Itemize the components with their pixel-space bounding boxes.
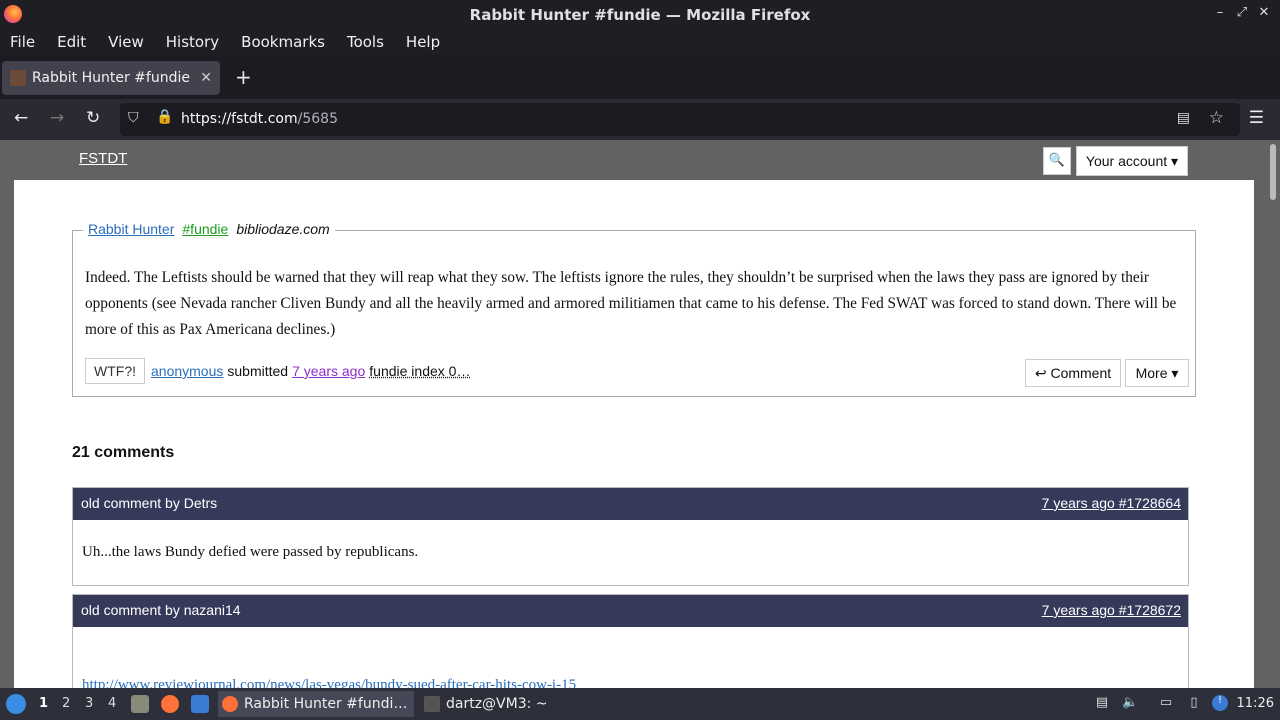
update-notification-icon[interactable]: ! <box>1212 695 1228 711</box>
comment-header: old comment by nazani14 7 years ago #172… <box>73 595 1188 627</box>
window-title: Rabbit Hunter #fundie — Mozilla Firefox <box>469 6 811 24</box>
page-panel: Rabbit Hunter #fundie bibliodaze.com Ind… <box>14 180 1254 688</box>
start-menu-icon[interactable] <box>6 694 26 714</box>
menu-file[interactable]: File <box>10 33 35 51</box>
web-content: FSTDT 🔍 Your account ▾ Rabbit Hunter #fu… <box>0 140 1280 688</box>
window-titlebar: Rabbit Hunter #fundie — Mozilla Firefox … <box>0 0 1280 29</box>
comment-card: old comment by nazani14 7 years ago #172… <box>72 594 1189 688</box>
more-dropdown-button[interactable]: More ▾ <box>1125 359 1189 387</box>
menu-history[interactable]: History <box>166 33 219 51</box>
comment-permalink[interactable]: 7 years ago #1728672 <box>1042 602 1181 618</box>
desktop-taskbar: 1 2 3 4 Rabbit Hunter #fundi… dartz@VM3:… <box>0 688 1280 720</box>
maximize-button[interactable]: ⤢ <box>1236 5 1248 20</box>
task-firefox[interactable]: Rabbit Hunter #fundi… <box>218 691 414 717</box>
reload-icon[interactable]: ↻ <box>86 108 100 128</box>
submitted-age-link[interactable]: 7 years ago <box>292 363 365 379</box>
quote-text: Indeed. The Leftists should be warned th… <box>85 269 1177 338</box>
tab-bar: Rabbit Hunter #fundie ✕ + <box>0 57 1280 99</box>
firefox-task-icon <box>222 696 238 712</box>
workspace-4[interactable]: 4 <box>108 696 116 711</box>
url-bar[interactable]: ⛉ 🔒 https://fstdt.com/5685 ▤ ☆ <box>120 103 1240 136</box>
submitter-link[interactable]: anonymous <box>151 363 223 379</box>
comment-url-link[interactable]: http://www.reviewjournal.com/news/las-ve… <box>82 677 576 688</box>
task-terminal[interactable]: dartz@VM3: ~ <box>420 691 550 717</box>
comment-body: http://www.reviewjournal.com/news/las-ve… <box>73 627 1188 688</box>
clipboard-tray-icon[interactable]: ▤ <box>1094 695 1110 711</box>
site-favicon-icon <box>10 70 26 86</box>
url-text[interactable]: https://fstdt.com/5685 <box>181 111 338 127</box>
menu-bookmarks[interactable]: Bookmarks <box>241 33 325 51</box>
comment-author: old comment by nazani14 <box>81 602 241 618</box>
app-menu-icon[interactable]: ☰ <box>1249 108 1264 128</box>
volume-icon[interactable]: 🔈 <box>1122 695 1138 711</box>
quote-source: bibliodaze.com <box>236 221 330 237</box>
navigation-bar: ← → ↻ ⛉ 🔒 https://fstdt.com/5685 ▤ ☆ ☰ <box>0 99 1280 140</box>
submitted-label: submitted <box>227 363 289 379</box>
wtf-vote-button[interactable]: WTF?! <box>85 358 145 384</box>
comment-card: old comment by Detrs 7 years ago #172866… <box>72 487 1189 586</box>
task-label: dartz@VM3: ~ <box>446 696 548 712</box>
comment-permalink[interactable]: 7 years ago #1728664 <box>1042 495 1181 511</box>
quote-legend: Rabbit Hunter #fundie bibliodaze.com <box>83 221 335 237</box>
quote-author-link[interactable]: Rabbit Hunter <box>88 221 174 237</box>
firefox-launcher-icon[interactable] <box>161 695 179 713</box>
site-logo-link[interactable]: FSTDT <box>79 150 127 167</box>
workspace-3[interactable]: 3 <box>85 696 93 711</box>
comment-header: old comment by Detrs 7 years ago #172866… <box>73 488 1188 520</box>
menu-bar: File Edit View History Bookmarks Tools H… <box>0 29 1280 55</box>
notes-tray-icon[interactable]: ▯ <box>1186 695 1202 711</box>
menu-help[interactable]: Help <box>406 33 440 51</box>
quote-meta: WTF?! anonymous submitted 7 years ago fu… <box>85 358 470 384</box>
quote-box: Rabbit Hunter #fundie bibliodaze.com Ind… <box>72 221 1196 397</box>
desktop-icon[interactable] <box>191 695 209 713</box>
comment-author: old comment by Detrs <box>81 495 218 511</box>
search-icon: 🔍 <box>1048 153 1066 168</box>
page-scrollbar[interactable] <box>1270 144 1276 200</box>
back-arrow-icon[interactable]: ← <box>14 108 28 128</box>
tab-rabbit-hunter[interactable]: Rabbit Hunter #fundie ✕ <box>2 61 220 95</box>
clock: 11:26 <box>1236 696 1274 711</box>
tracking-shield-icon[interactable]: ⛉ <box>128 110 139 126</box>
task-label: Rabbit Hunter #fundi… <box>244 696 408 712</box>
close-window-button[interactable]: ✕ <box>1258 5 1270 20</box>
comment-body: Uh...the laws Bundy defied were passed b… <box>82 544 419 560</box>
search-button[interactable]: 🔍 <box>1043 147 1071 175</box>
comments-heading: 21 comments <box>72 444 175 461</box>
tab-title: Rabbit Hunter #fundie <box>32 70 190 86</box>
menu-edit[interactable]: Edit <box>57 33 86 51</box>
reader-view-icon[interactable]: ▤ <box>1177 110 1190 126</box>
minimize-button[interactable]: – <box>1214 5 1226 20</box>
menu-tools[interactable]: Tools <box>347 33 384 51</box>
bookmark-star-icon[interactable]: ☆ <box>1209 108 1224 128</box>
terminal-icon <box>424 696 440 712</box>
close-tab-icon[interactable]: ✕ <box>200 70 212 86</box>
file-manager-icon[interactable] <box>131 695 149 713</box>
quote-tag-link[interactable]: #fundie <box>182 221 228 237</box>
workspace-2[interactable]: 2 <box>62 696 70 711</box>
lock-icon[interactable]: 🔒 <box>156 109 173 125</box>
account-dropdown-button[interactable]: Your account ▾ <box>1076 146 1188 176</box>
comment-button[interactable]: ↩ Comment <box>1025 359 1121 387</box>
forward-arrow-icon[interactable]: → <box>50 108 64 128</box>
workspace-1[interactable]: 1 <box>39 696 48 711</box>
menu-view[interactable]: View <box>108 33 144 51</box>
new-tab-button[interactable]: + <box>235 65 252 89</box>
network-icon[interactable]: ▭ <box>1158 695 1174 711</box>
fundie-index-link[interactable]: fundie index 0… <box>369 363 470 379</box>
